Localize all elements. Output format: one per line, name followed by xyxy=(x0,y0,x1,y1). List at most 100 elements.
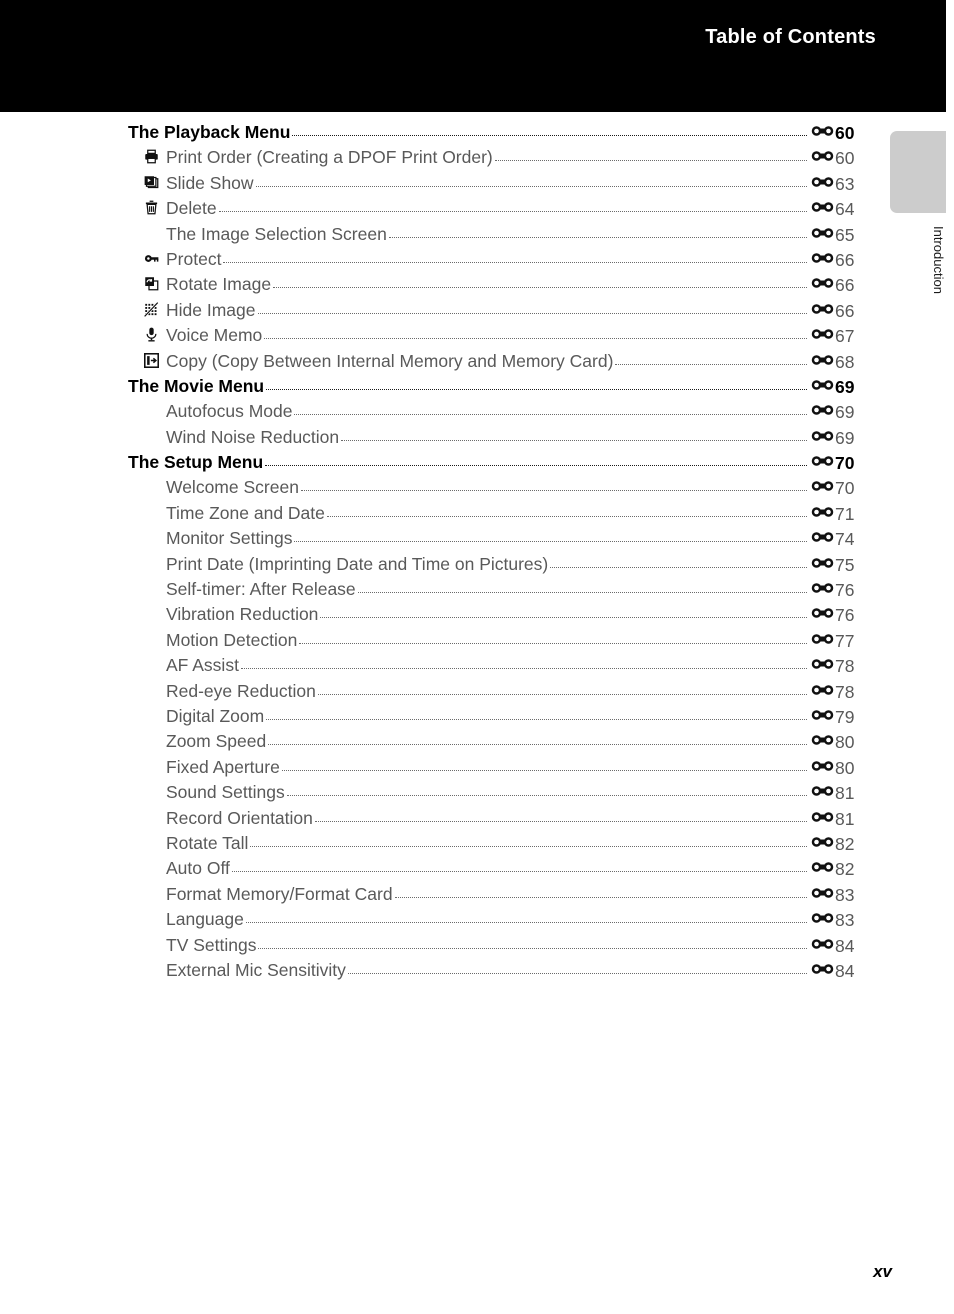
toc-entry-row[interactable]: Zoom Speed 80 xyxy=(128,731,870,756)
toc-entry-row[interactable]: Motion Detection 77 xyxy=(128,630,870,655)
toc-entry-row[interactable]: Protect 66 xyxy=(128,249,870,274)
page-header-bar xyxy=(0,0,946,112)
toc-page-reference[interactable]: 75 xyxy=(808,555,870,576)
toc-entry-row[interactable]: Fixed Aperture 80 xyxy=(128,757,870,782)
toc-entry-title: TV Settings xyxy=(166,934,257,955)
toc-page-reference[interactable]: 60 xyxy=(808,123,870,144)
toc-entry-row[interactable]: Hide Image 66 xyxy=(128,300,870,325)
toc-page-reference[interactable]: 84 xyxy=(808,961,870,982)
toc-page-reference[interactable]: 70 xyxy=(808,453,870,474)
toc-entry-row[interactable]: The Image Selection Screen 65 xyxy=(128,224,870,249)
toc-entry-row[interactable]: External Mic Sensitivity 84 xyxy=(128,960,870,985)
toc-page-reference[interactable]: 69 xyxy=(808,377,870,398)
toc-page-number: 60 xyxy=(835,123,855,143)
toc-entry-row[interactable]: TV Settings 84 xyxy=(128,935,870,960)
toc-entry-row[interactable]: Record Orientation 81 xyxy=(128,808,870,833)
toc-page-reference[interactable]: 83 xyxy=(808,885,870,906)
toc-entry-row[interactable]: Print Order (Creating a DPOF Print Order… xyxy=(128,147,870,172)
toc-entry-row[interactable]: Sound Settings 81 xyxy=(128,782,870,807)
toc-page-reference[interactable]: 69 xyxy=(808,428,870,449)
toc-label-wrap: Copy (Copy Between Internal Memory and M… xyxy=(128,351,613,372)
toc-page-number: 69 xyxy=(835,376,855,397)
toc-page-reference[interactable]: 78 xyxy=(808,656,870,677)
toc-entry-row[interactable]: Autofocus Mode 69 xyxy=(128,401,870,426)
dumbbell-page-reference-icon xyxy=(811,556,834,575)
toc-entry-row[interactable]: Language 83 xyxy=(128,909,870,934)
toc-page-reference[interactable]: 78 xyxy=(808,682,870,703)
dumbbell-page-reference-icon xyxy=(811,911,834,930)
toc-page-reference[interactable]: 64 xyxy=(808,199,870,220)
toc-page-number: 84 xyxy=(835,960,855,981)
dumbbell-page-reference-icon xyxy=(811,378,834,397)
toc-section-row[interactable]: The Movie Menu 69 xyxy=(128,376,870,401)
toc-entry-title: The Setup Menu xyxy=(128,452,264,473)
toc-page-reference[interactable]: 63 xyxy=(808,174,870,195)
toc-dot-leader xyxy=(357,592,807,594)
toc-page-number: 84 xyxy=(835,935,855,956)
page-title: Table of Contents xyxy=(705,26,876,48)
dumbbell-page-reference-icon xyxy=(811,454,834,473)
toc-page-number: 79 xyxy=(835,706,855,727)
toc-page-reference[interactable]: 76 xyxy=(808,580,870,601)
toc-entry-row[interactable]: Print Date (Imprinting Date and Time on … xyxy=(128,554,870,579)
toc-entry-row[interactable]: Voice Memo 67 xyxy=(128,325,870,350)
toc-page-reference[interactable]: 70 xyxy=(808,478,870,499)
toc-page-reference[interactable]: 66 xyxy=(808,301,870,322)
toc-page-reference[interactable]: 80 xyxy=(808,732,870,753)
toc-section-row[interactable]: The Playback Menu 60 xyxy=(128,122,870,147)
toc-page-reference[interactable]: 77 xyxy=(808,631,870,652)
toc-entry-row[interactable]: Delete 64 xyxy=(128,198,870,223)
dumbbell-page-reference-icon xyxy=(811,860,834,879)
toc-dot-leader xyxy=(550,566,807,568)
toc-entry-title: Motion Detection xyxy=(166,629,298,650)
toc-page-reference[interactable]: 65 xyxy=(808,225,870,246)
toc-page-reference[interactable]: 60 xyxy=(808,148,870,169)
toc-page-reference[interactable]: 82 xyxy=(808,834,870,855)
toc-entry-row[interactable]: Slide Show 63 xyxy=(128,173,870,198)
toc-entry-row[interactable]: Time Zone and Date 71 xyxy=(128,503,870,528)
toc-page-reference[interactable]: 66 xyxy=(808,250,870,271)
toc-entry-row[interactable]: Digital Zoom 79 xyxy=(128,706,870,731)
toc-entry-row[interactable]: Self-timer: After Release 76 xyxy=(128,579,870,604)
toc-section-row[interactable]: The Setup Menu 70 xyxy=(128,452,870,477)
toc-page-reference[interactable]: 81 xyxy=(808,783,870,804)
toc-page-reference[interactable]: 80 xyxy=(808,758,870,779)
toc-page-reference[interactable]: 79 xyxy=(808,707,870,728)
toc-page-reference[interactable]: 69 xyxy=(808,402,870,423)
toc-page-number: 64 xyxy=(835,199,855,220)
toc-page-number: 83 xyxy=(835,910,855,931)
toc-entry-title: Red-eye Reduction xyxy=(166,680,316,701)
toc-entry-row[interactable]: AF Assist 78 xyxy=(128,655,870,680)
toc-page-reference[interactable]: 67 xyxy=(808,326,870,347)
toc-dot-leader xyxy=(615,363,807,365)
toc-entry-row[interactable]: Wind Noise Reduction 69 xyxy=(128,427,870,452)
toc-entry-title: Digital Zoom xyxy=(166,705,265,726)
toc-page-reference[interactable]: 84 xyxy=(808,936,870,957)
toc-entry-row[interactable]: Rotate Image 66 xyxy=(128,274,870,299)
toc-page-reference[interactable]: 74 xyxy=(808,529,870,550)
toc-entry-row[interactable]: Format Memory/Format Card 83 xyxy=(128,884,870,909)
toc-entry-row[interactable]: Auto Off 82 xyxy=(128,858,870,883)
dumbbell-page-reference-icon xyxy=(811,149,834,168)
toc-label-wrap: Red-eye Reduction xyxy=(128,681,316,702)
toc-page-reference[interactable]: 83 xyxy=(808,910,870,931)
toc-page-reference[interactable]: 66 xyxy=(808,275,870,296)
toc-entry-row[interactable]: Red-eye Reduction 78 xyxy=(128,681,870,706)
toc-page-reference[interactable]: 82 xyxy=(808,859,870,880)
toc-entry-title: Format Memory/Format Card xyxy=(166,883,393,904)
toc-page-reference[interactable]: 81 xyxy=(808,809,870,830)
toc-entry-row[interactable]: Copy (Copy Between Internal Memory and M… xyxy=(128,351,870,376)
toc-entry-row[interactable]: Vibration Reduction 76 xyxy=(128,604,870,629)
toc-page-number: 75 xyxy=(835,554,855,575)
toc-entry-title: The Image Selection Screen xyxy=(166,223,387,244)
toc-entry-row[interactable]: Rotate Tall 82 xyxy=(128,833,870,858)
toc-entry-row[interactable]: Monitor Settings 74 xyxy=(128,528,870,553)
toc-page-number: 65 xyxy=(835,224,855,245)
toc-entry-title: Sound Settings xyxy=(166,782,285,803)
toc-label-wrap: Time Zone and Date xyxy=(128,503,325,524)
toc-entry-title: Monitor Settings xyxy=(166,528,293,549)
toc-entry-row[interactable]: Welcome Screen 70 xyxy=(128,477,870,502)
toc-page-reference[interactable]: 76 xyxy=(808,605,870,626)
toc-page-reference[interactable]: 68 xyxy=(808,352,870,373)
toc-page-reference[interactable]: 71 xyxy=(808,504,870,525)
